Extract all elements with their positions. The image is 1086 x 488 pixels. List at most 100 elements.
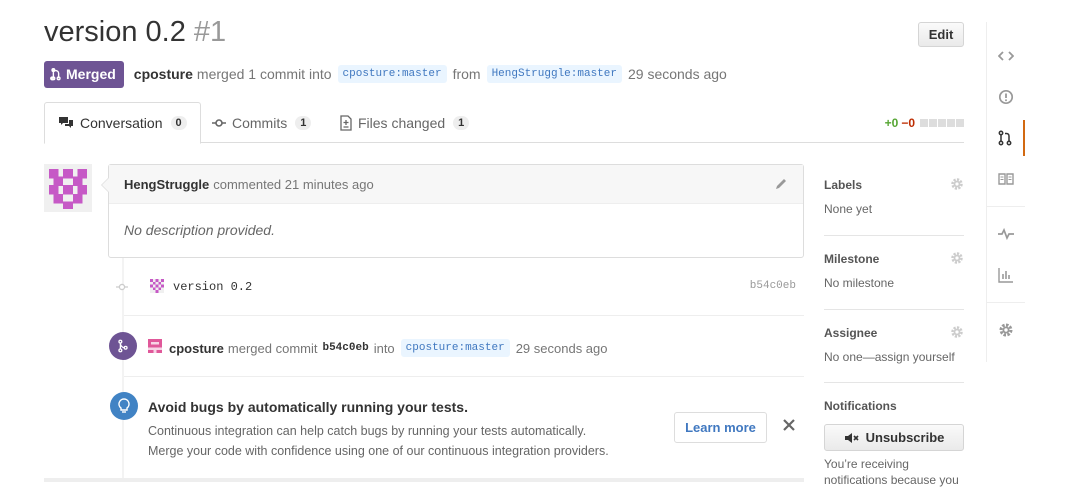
comment-box: HengStruggle commented 21 minutes ago No… (101, 164, 804, 258)
edit-button[interactable]: Edit (918, 22, 964, 47)
tab-commits[interactable]: Commits 1 (212, 102, 312, 143)
pr-author[interactable]: cposture (134, 66, 193, 82)
comment-author[interactable]: HengStruggle (124, 177, 209, 192)
gear-icon[interactable] (950, 325, 964, 339)
merged-state-badge: Merged (44, 60, 124, 88)
merge-author[interactable]: cposture (169, 341, 224, 356)
light-bulb-glyph (118, 398, 130, 413)
diffstat-block (938, 119, 946, 127)
issue-opened-icon (998, 89, 1014, 105)
pr-title: version 0.2 #1 (44, 16, 226, 49)
diffstat-block (929, 119, 937, 127)
labels-value: None yet (824, 202, 873, 216)
comment-header: HengStruggle commented 21 minutes ago (109, 165, 803, 204)
sidebar-labels[interactable]: Labels None yet (824, 178, 964, 216)
git-pull-request-icon (998, 130, 1012, 146)
rail-divider (987, 302, 1025, 303)
tab-files-changed[interactable]: Files changed 1 (340, 102, 470, 143)
sidebar-divider (824, 235, 964, 236)
commit-message[interactable]: version 0.2 (173, 280, 252, 294)
gear-icon[interactable] (950, 251, 964, 265)
diffstat-block (920, 119, 928, 127)
pencil-icon[interactable] (774, 177, 788, 191)
ci-tip-line1: Continuous integration can help catch bu… (148, 424, 587, 438)
sidebar-divider (824, 382, 964, 383)
pr-tabs: Conversation 0 Commits 1 Files changed 1… (44, 102, 964, 144)
repo-nav-rail (986, 22, 1025, 362)
merge-event-badge (109, 332, 137, 360)
milestone-heading: Milestone (824, 252, 880, 266)
ci-tip-line2: Merge your code with confidence using on… (148, 444, 609, 458)
rail-item-wiki[interactable] (987, 161, 1025, 197)
ci-tip: Avoid bugs by automatically running your… (108, 392, 804, 472)
tab-files-changed-label: Files changed (358, 114, 446, 131)
base-branch[interactable]: cposture:master (337, 65, 447, 83)
commit-sha[interactable]: b54c0eb (750, 280, 796, 292)
rail-item-issues[interactable] (987, 79, 1025, 115)
comment-action: commented (213, 176, 282, 192)
merge-author-avatar[interactable] (148, 339, 162, 353)
milestone-value: No milestone (824, 276, 895, 290)
pr-time: 29 seconds ago (627, 66, 727, 82)
rail-item-graphs[interactable] (987, 257, 1025, 293)
rail-item-pulse[interactable] (987, 216, 1025, 252)
merge-event: cposture merged commit b54c0eb into cpos… (108, 332, 804, 362)
learn-more-button[interactable]: Learn more (674, 412, 767, 443)
merge-event-text: cposture merged commit b54c0eb into cpos… (169, 339, 608, 357)
merge-box-edge (44, 478, 804, 482)
close-icon[interactable] (780, 416, 798, 434)
assignee-value[interactable]: No one—assign yourself (824, 350, 964, 364)
rail-divider (987, 206, 1025, 207)
head-branch[interactable]: HengStruggle:master (486, 65, 622, 83)
pr-action-text: merged 1 commit into (196, 66, 332, 82)
identicon-avatar (44, 164, 92, 212)
diffstat-block (947, 119, 955, 127)
mute-icon (844, 432, 859, 443)
merge-time[interactable]: 29 seconds ago (516, 341, 608, 356)
tab-conversation-count: 0 (170, 116, 187, 130)
gear-icon[interactable] (950, 177, 964, 191)
git-commit-icon (212, 118, 226, 127)
merge-sha[interactable]: b54c0eb (322, 342, 368, 354)
rail-item-settings[interactable] (987, 312, 1025, 348)
book-icon (998, 173, 1014, 185)
diffstat-deletions: −0 (901, 116, 915, 130)
labels-heading: Labels (824, 178, 863, 192)
assignee-heading: Assignee (824, 326, 878, 340)
file-diff-icon (340, 114, 352, 131)
merged-state-label: Merged (66, 66, 116, 82)
diffstat-block (956, 119, 964, 127)
avatar[interactable] (44, 164, 92, 212)
commit-author-avatar[interactable] (150, 279, 164, 293)
from-text: from (452, 66, 481, 82)
pr-meta: Merged cposture merged 1 commit into cpo… (44, 60, 727, 88)
ci-tip-title: Avoid bugs by automatically running your… (148, 399, 468, 415)
tab-files-changed-count: 1 (453, 115, 470, 130)
rail-item-pull-requests[interactable] (987, 120, 1025, 156)
tab-conversation[interactable]: Conversation 0 (44, 102, 201, 144)
timeline-divider (124, 315, 804, 316)
code-icon (998, 51, 1014, 61)
tab-conversation-label: Conversation (80, 115, 163, 131)
tab-commits-count: 1 (295, 115, 312, 130)
gear-icon (999, 323, 1013, 337)
diffstat: +0 −0 (885, 116, 964, 130)
tab-commits-label: Commits (232, 114, 288, 131)
commit-row: version 0.2 b54c0eb (108, 274, 804, 300)
sidebar-milestone[interactable]: Milestone No milestone (824, 252, 964, 290)
rail-item-code[interactable] (987, 38, 1025, 74)
sidebar-assignee[interactable]: Assignee No one—assign yourself (824, 326, 964, 364)
merge-branch[interactable]: cposture:master (400, 339, 510, 357)
graph-icon (998, 268, 1013, 283)
merge-action: merged commit (227, 340, 318, 356)
notifications-heading: Notifications (824, 399, 897, 413)
diffstat-additions: +0 (884, 116, 899, 130)
sidebar-notifications: Notifications (824, 399, 964, 413)
pulse-icon (998, 228, 1014, 240)
merge-into: into (373, 340, 395, 356)
unsubscribe-button[interactable]: Unsubscribe (824, 424, 964, 451)
comment-discussion-icon (59, 117, 73, 128)
comment-time[interactable]: 21 minutes ago (285, 177, 374, 192)
notifications-note: You’re receiving notifications because y… (824, 457, 959, 487)
git-commit-icon (116, 283, 128, 291)
